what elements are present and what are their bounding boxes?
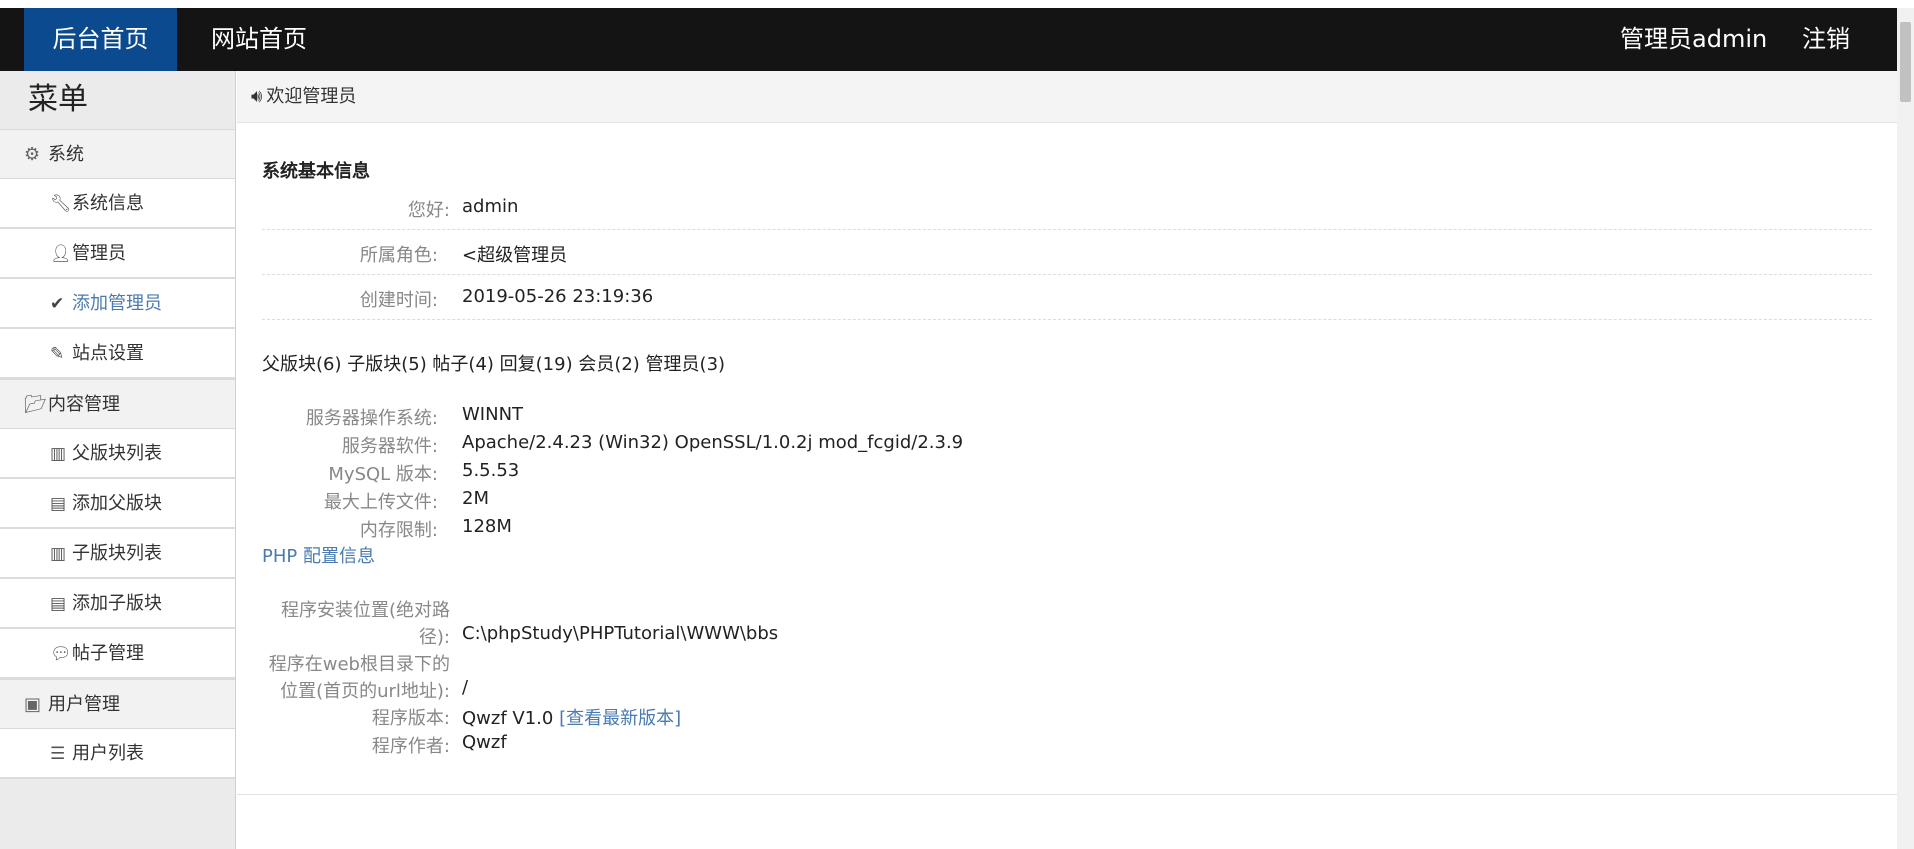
check-icon: ✔ xyxy=(50,294,65,314)
sidebar-item-admins[interactable]: 👤︎管理员 xyxy=(0,229,235,279)
program-label: 位置(首页的url地址): xyxy=(280,681,450,702)
item-label: 系统信息 xyxy=(72,193,144,214)
item-label: 添加父版块 xyxy=(72,493,162,514)
item-label: 用户列表 xyxy=(72,743,144,764)
program-label: 程序安装位置(绝对路 xyxy=(280,600,450,621)
sidebar-group-content[interactable]: 📂︎内容管理 xyxy=(0,379,235,429)
sidebar-item-parent-boards[interactable]: ▥ 父版块列表 xyxy=(0,429,235,479)
info-row-created: 创建时间: 2019-05-26 23:19:36 xyxy=(262,275,1872,320)
item-label: 添加子版块 xyxy=(72,593,162,614)
server-label: MySQL 版本: xyxy=(328,464,438,485)
books-icon: ▥ xyxy=(50,444,67,464)
info-value: admin xyxy=(462,196,519,217)
gear-icon: ⚙ xyxy=(24,144,41,165)
server-label: 服务器软件: xyxy=(341,436,438,457)
program-label: 程序在web根目录下的 xyxy=(268,654,450,675)
item-label: 管理员 xyxy=(72,243,126,264)
item-label: 站点设置 xyxy=(72,343,144,364)
sidebar-item-child-boards[interactable]: ▥ 子版块列表 xyxy=(0,529,235,579)
sidebar-title: 菜单 xyxy=(28,82,88,117)
list-icon: ☰ xyxy=(50,744,66,764)
stats-summary: 父版块(6) 子版块(5) 帖子(4) 回复(19) 会员(2) 管理员(3) xyxy=(262,354,726,375)
program-label: 径): xyxy=(418,627,450,648)
info-label: 所属角色: xyxy=(359,245,438,266)
program-value: / xyxy=(462,677,469,698)
section-title: 系统基本信息 xyxy=(262,161,370,182)
group-label: 内容管理 xyxy=(48,394,120,415)
logout-link[interactable]: 注销 xyxy=(1802,8,1850,71)
server-label: 服务器操作系统: xyxy=(305,408,438,429)
sidebar-item-site-settings[interactable]: ✎ 站点设置 xyxy=(0,329,235,379)
breadcrumb-text: 欢迎管理员 xyxy=(266,86,357,107)
item-label: 添加管理员 xyxy=(72,293,162,314)
info-label: 您好: xyxy=(407,200,450,221)
sidebar-item-posts[interactable]: 💬︎帖子管理 xyxy=(0,629,235,679)
list-alt-icon: ▤ xyxy=(50,494,67,514)
admin-user-label: 管理员admin xyxy=(1620,25,1768,53)
info-value: <超级管理员 xyxy=(462,245,568,266)
sidebar-item-add-admin[interactable]: ✔ 添加管理员 xyxy=(0,279,235,329)
top-navbar: 后台首页 网站首页 管理员admin 注销 xyxy=(0,8,1897,71)
user-icon: 👤︎ xyxy=(50,244,72,264)
program-value: C:\phpStudy\PHPTutorial\WWW\bbs xyxy=(462,623,779,644)
item-label: 子版块列表 xyxy=(72,543,162,564)
top-edge xyxy=(0,0,1914,8)
server-value: 2M xyxy=(462,488,489,509)
comment-icon: 💬︎ xyxy=(50,644,72,664)
list-alt-icon: ▤ xyxy=(50,594,67,614)
server-value: WINNT xyxy=(462,404,524,425)
info-value: 2019-05-26 23:19:36 xyxy=(462,286,654,307)
group-label: 系统 xyxy=(48,144,84,165)
breadcrumb: 🔊︎ 欢迎管理员 xyxy=(237,71,1897,123)
check-latest-version-link[interactable]: [查看最新版本] xyxy=(559,708,681,729)
server-label: 内存限制: xyxy=(359,520,438,541)
scrollbar-thumb[interactable] xyxy=(1900,22,1911,102)
server-value: 128M xyxy=(462,516,512,537)
content-divider xyxy=(237,794,1897,795)
wrench-icon: 🔧︎ xyxy=(50,194,72,214)
server-value: 5.5.53 xyxy=(462,460,520,481)
version-value: Qwzf V1.0 xyxy=(462,708,554,729)
program-value: Qwzf xyxy=(462,732,507,753)
nav-site-link[interactable]: 网站首页 xyxy=(184,8,334,71)
sidebar-item-add-child-board[interactable]: ▤ 添加子版块 xyxy=(0,579,235,629)
program-value: Qwzf V1.0 [查看最新版本] xyxy=(462,704,681,730)
program-label: 程序版本: xyxy=(371,708,450,729)
sidebar-item-system-info[interactable]: 🔧︎系统信息 xyxy=(0,179,235,229)
program-label: 程序作者: xyxy=(371,736,450,757)
info-row-greeting: 您好: admin xyxy=(262,185,1872,230)
address-book-icon: ▣ xyxy=(24,694,42,715)
info-label: 创建时间: xyxy=(359,290,438,311)
php-config-link[interactable]: PHP 配置信息 xyxy=(262,542,375,568)
info-row-role: 所属角色: <超级管理员 xyxy=(262,230,1872,275)
nav-home-link[interactable]: 后台首页 xyxy=(24,8,177,71)
books-icon: ▥ xyxy=(50,544,67,564)
folder-open-icon: 📂︎ xyxy=(24,394,47,415)
pencil-icon: ✎ xyxy=(50,344,65,364)
item-label: 帖子管理 xyxy=(72,643,144,664)
page-scrollbar[interactable] xyxy=(1897,8,1914,849)
server-label: 最大上传文件: xyxy=(323,492,438,513)
item-label: 父版块列表 xyxy=(72,443,162,464)
volume-icon: 🔊︎ xyxy=(251,86,263,107)
main-content: 🔊︎ 欢迎管理员 系统基本信息 您好: admin 所属角色: <超级管理员 创建… xyxy=(237,71,1897,849)
sidebar-item-user-list[interactable]: ☰ 用户列表 xyxy=(0,729,235,779)
sidebar: 菜单 ⚙ 系统 🔧︎系统信息 👤︎管理员 ✔ 添加管理员 ✎ 站点设置 📂︎内容管理 … xyxy=(0,71,236,849)
sidebar-group-system[interactable]: ⚙ 系统 xyxy=(0,129,235,179)
server-value: Apache/2.4.23 (Win32) OpenSSL/1.0.2j mod… xyxy=(462,432,964,453)
sidebar-group-users[interactable]: ▣ 用户管理 xyxy=(0,679,235,729)
group-label: 用户管理 xyxy=(48,694,120,715)
sidebar-item-add-parent-board[interactable]: ▤ 添加父版块 xyxy=(0,479,235,529)
